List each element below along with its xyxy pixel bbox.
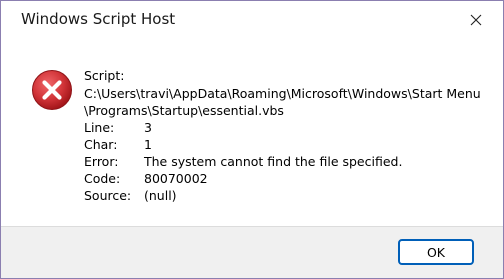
field-error: Error: The system cannot find the file s… xyxy=(84,153,402,170)
script-label: Script: xyxy=(84,68,125,83)
field-char: Char: 1 xyxy=(84,136,402,153)
window-title: Windows Script Host xyxy=(21,10,176,28)
field-value: The system cannot find the file specifie… xyxy=(144,154,403,169)
field-value: 80070002 xyxy=(144,171,208,186)
title-bar: Windows Script Host xyxy=(1,1,503,39)
field-key: Source: xyxy=(84,188,132,203)
field-key: Line: xyxy=(84,120,115,135)
button-bar: OK xyxy=(1,226,503,278)
field-value: 1 xyxy=(144,137,152,152)
message-area: Script: C:\Users\travi\AppData\Roaming\M… xyxy=(1,39,503,226)
ok-button[interactable]: OK xyxy=(398,239,474,265)
field-code: Code: 80070002 xyxy=(84,170,402,187)
error-icon xyxy=(32,70,72,110)
script-path: C:\Users\travi\AppData\Roaming\Microsoft… xyxy=(84,86,481,118)
error-details: Line: 3 Char: 1 Error: The system cannot… xyxy=(84,119,402,204)
close-button[interactable] xyxy=(461,5,491,35)
field-key: Char: xyxy=(84,137,118,152)
field-line: Line: 3 xyxy=(84,119,402,136)
field-key: Code: xyxy=(84,171,121,186)
field-key: Error: xyxy=(84,154,119,169)
field-source: Source: (null) xyxy=(84,187,402,204)
field-value: 3 xyxy=(144,120,152,135)
close-icon xyxy=(470,14,482,26)
field-value: (null) xyxy=(144,188,177,203)
script-host-dialog: Windows Script Host Script: C:\Users\tra… xyxy=(0,0,504,279)
